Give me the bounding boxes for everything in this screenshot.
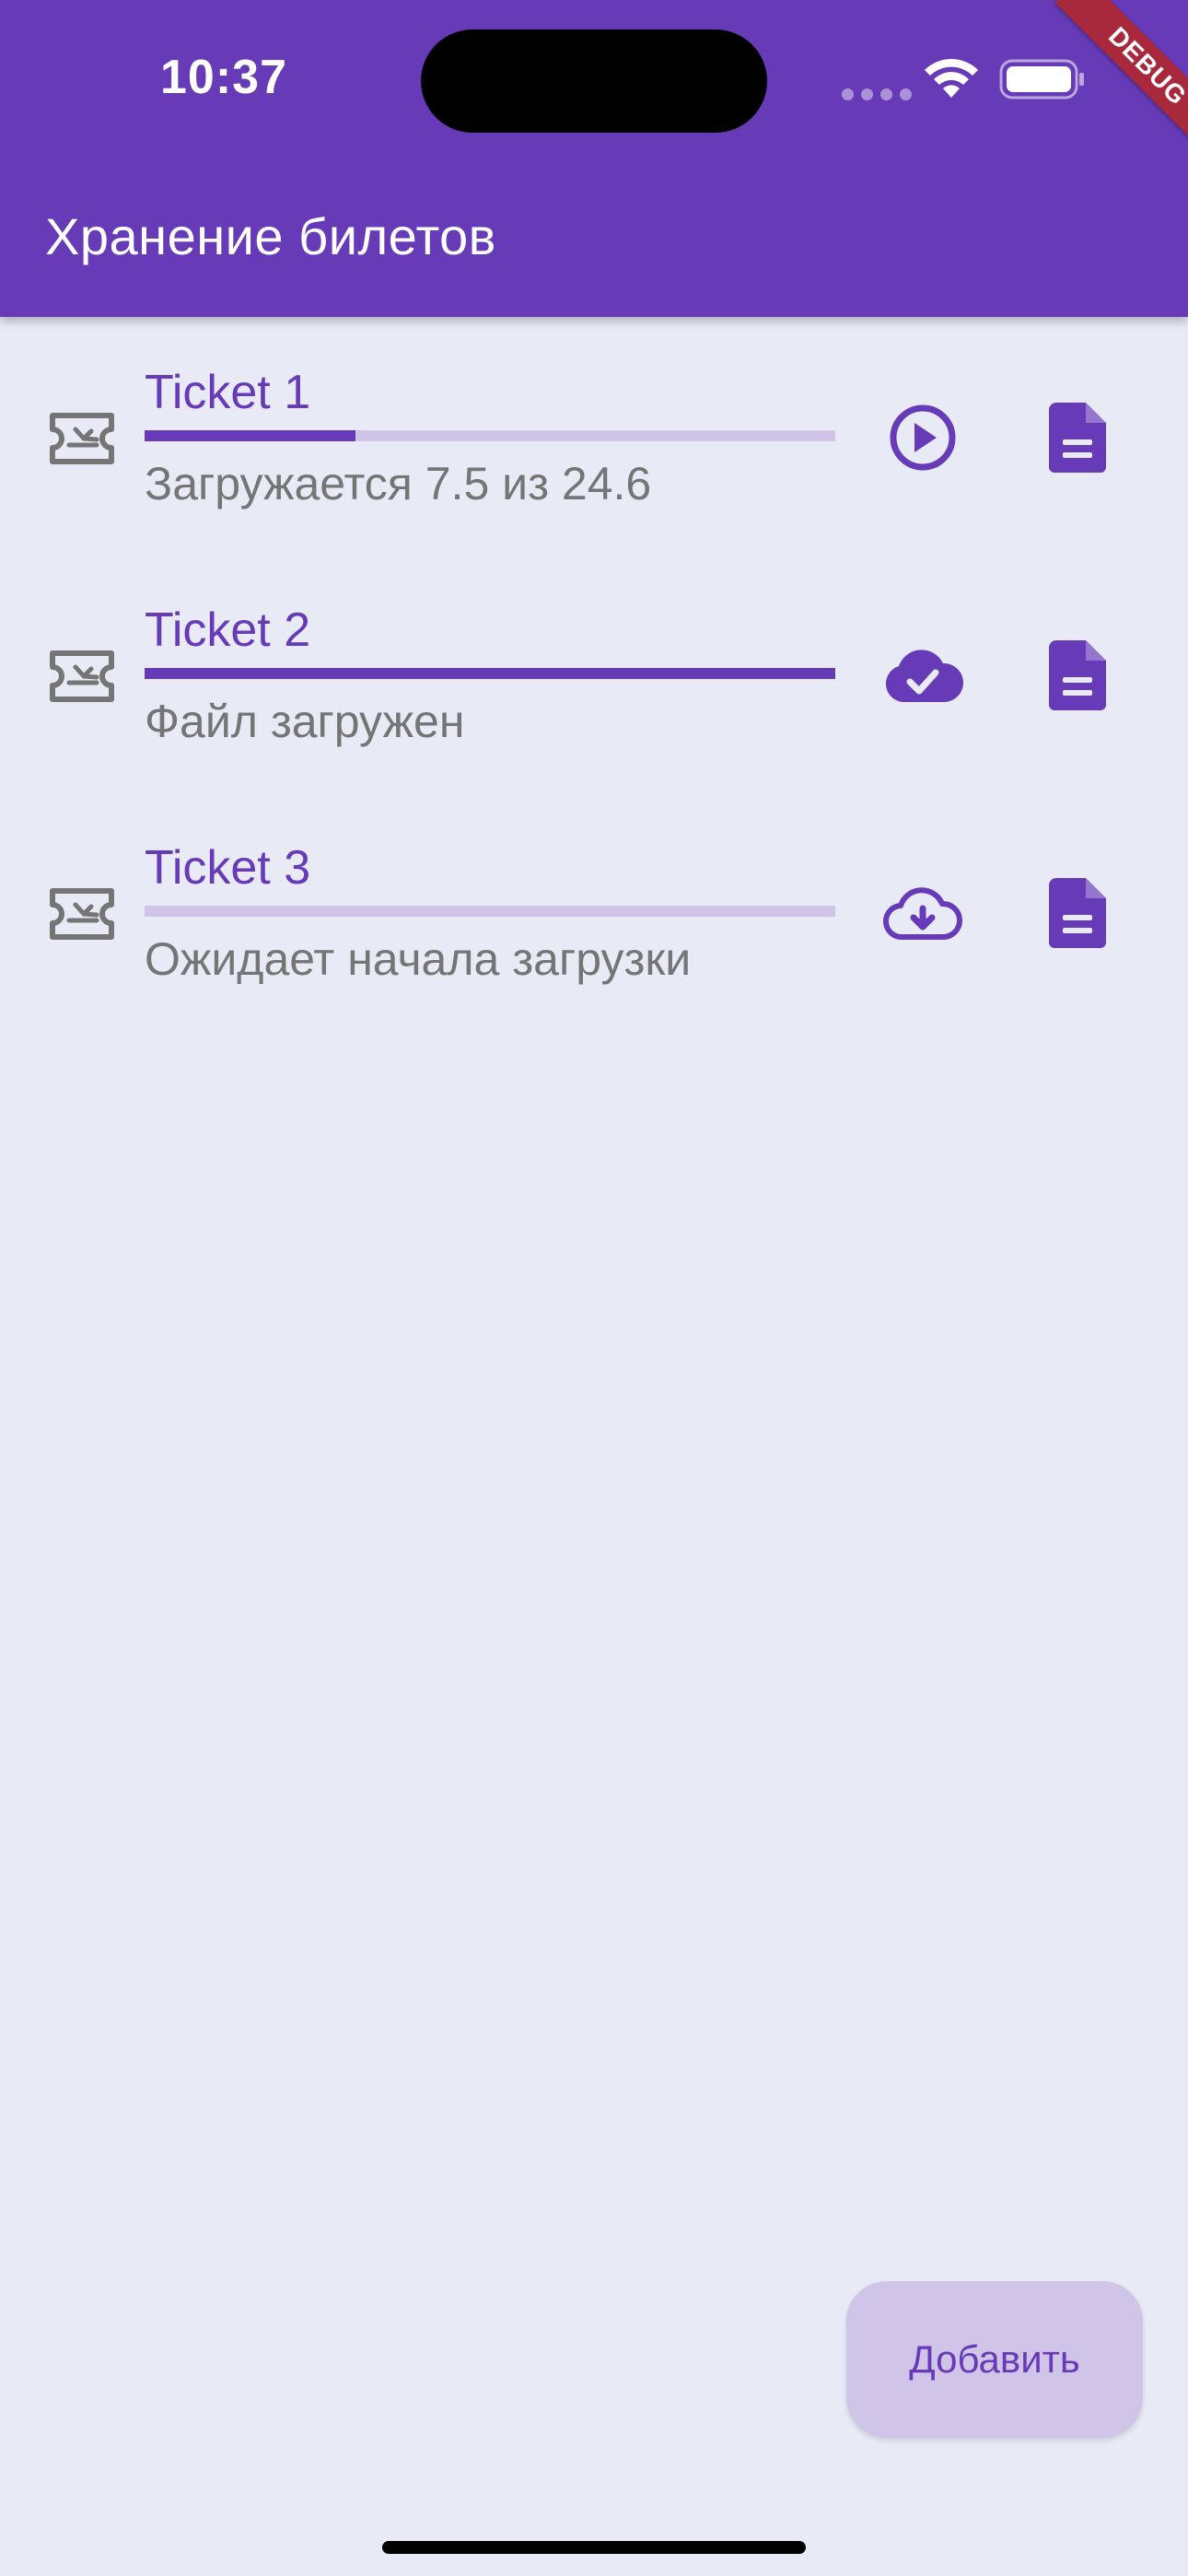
- airplane-ticket-icon: [50, 650, 114, 702]
- document-icon: [1049, 640, 1106, 710]
- airplane-ticket-icon: [50, 888, 114, 940]
- cloud-download-icon: [883, 887, 963, 941]
- download-done-button[interactable]: [881, 634, 964, 717]
- home-indicator[interactable]: [382, 2541, 806, 2554]
- list-item[interactable]: Ticket 3 Ожидает начала загрузки: [0, 792, 1188, 1030]
- page-title: Хранение билетов: [45, 207, 496, 265]
- cloud-done-icon: [885, 650, 963, 702]
- airplane-ticket-icon: [50, 413, 114, 464]
- document-icon: [1049, 403, 1106, 473]
- ticket-title: Ticket 2: [145, 603, 311, 657]
- play-button[interactable]: [881, 396, 964, 479]
- add-ticket-label: Добавить: [909, 2337, 1080, 2381]
- ticket-progress-bar: [145, 430, 835, 441]
- play-circle-icon: [890, 404, 956, 471]
- ticket-status: Ожидает начала загрузки: [145, 933, 692, 985]
- open-document-button[interactable]: [1036, 634, 1119, 717]
- cellular-signal-icon: [842, 88, 912, 100]
- wifi-icon: [925, 58, 978, 98]
- dynamic-island: [421, 29, 767, 133]
- ticket-title: Ticket 1: [145, 366, 311, 419]
- ticket-progress-bar: [145, 668, 835, 679]
- status-time: 10:37: [160, 51, 287, 104]
- debug-banner: DEBUG: [1004, 0, 1188, 184]
- open-document-button[interactable]: [1036, 396, 1119, 479]
- ticket-progress-bar: [145, 906, 835, 917]
- ticket-status: Загружается 7.5 из 24.6: [145, 458, 652, 509]
- list-item[interactable]: Ticket 1 Загружается 7.5 из 24.6: [0, 317, 1188, 555]
- screen: 10:37 Хранение билетов DEBUG Ticket 1 За…: [0, 0, 1188, 2576]
- download-button[interactable]: [881, 872, 964, 954]
- open-document-button[interactable]: [1036, 872, 1119, 954]
- debug-label: DEBUG: [1054, 0, 1188, 159]
- ticket-title: Ticket 3: [145, 841, 311, 895]
- list-item[interactable]: Ticket 2 Файл загружен: [0, 555, 1188, 792]
- document-icon: [1049, 878, 1106, 948]
- add-ticket-button[interactable]: Добавить: [846, 2281, 1143, 2438]
- ticket-status: Файл загружен: [145, 696, 465, 747]
